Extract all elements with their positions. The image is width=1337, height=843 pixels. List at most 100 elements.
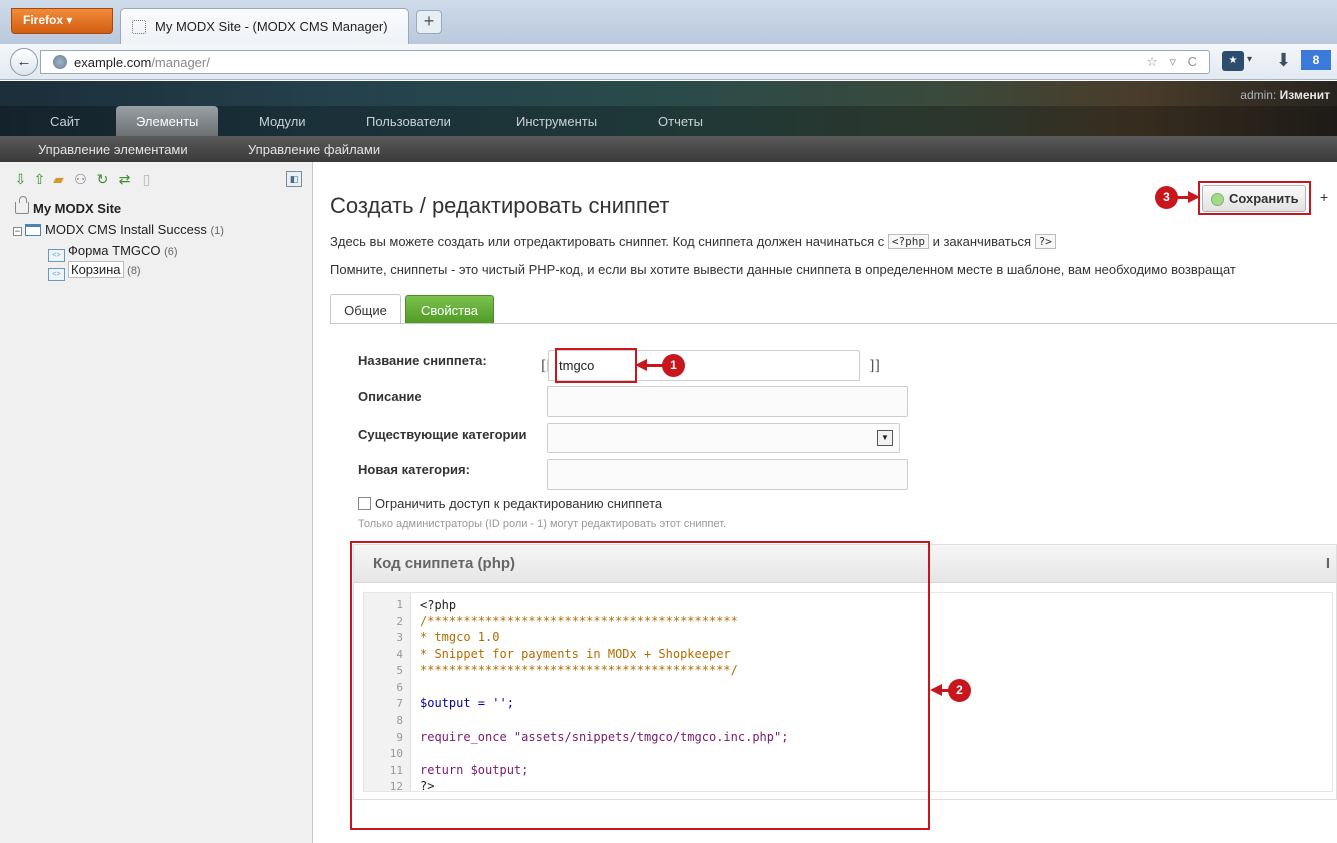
tree-item-form[interactable]: <> Форма TMGCO (6): [48, 243, 178, 262]
tree-root-label: My MODX Site: [33, 201, 122, 216]
trash-icon[interactable]: ▯: [139, 171, 154, 188]
subnav-manage-files[interactable]: Управление файлами: [248, 142, 380, 157]
snippet-icon: <>: [48, 268, 65, 281]
tree-root[interactable]: My MODX Site: [15, 196, 122, 216]
code-line: ****************************************…: [420, 663, 738, 677]
sort-icon[interactable]: ⇄: [117, 171, 132, 188]
category-select[interactable]: ▼: [547, 423, 900, 453]
nav-users[interactable]: Пользователи: [366, 114, 451, 129]
url-path: /manager/: [151, 55, 210, 70]
line-number: 1: [396, 598, 403, 611]
quick-create-icon[interactable]: ⚇: [73, 171, 88, 188]
nav-reports[interactable]: Отчеты: [658, 114, 703, 129]
element-tree-panel: ⇩ ⇧ ▰ ⚇ ↻ ⇄ ▯ ◧ My MODX Site − MODX CMS I…: [0, 162, 313, 843]
line-number: 9: [396, 731, 403, 744]
tree-item-count: (8): [127, 265, 141, 277]
description-input[interactable]: [547, 386, 908, 417]
code-line: * tmgco 1.0: [420, 630, 500, 644]
snippet-name-input[interactable]: tmgco: [548, 350, 860, 381]
globe-icon: [53, 55, 67, 69]
new-tab-button[interactable]: +: [416, 10, 442, 34]
tabs-divider: [330, 323, 1337, 324]
php-open-tag: <?php: [887, 234, 929, 249]
sub-nav: Управление элементами Управление файлами: [0, 136, 1337, 162]
expand-all-icon[interactable]: ⇩: [13, 171, 28, 188]
panel-collapse-icon[interactable]: ◧: [286, 171, 302, 187]
nav-site[interactable]: Сайт: [50, 114, 80, 129]
tree-item-label: Корзина: [68, 261, 124, 278]
collapse-all-icon[interactable]: ⇧: [32, 171, 47, 188]
back-button[interactable]: ←: [10, 48, 38, 76]
code-line: <?php: [420, 598, 457, 612]
tab-properties[interactable]: Свойства: [405, 295, 494, 324]
page-favicon-icon: [132, 20, 146, 34]
line-number: 6: [396, 681, 403, 694]
annotation-badge-3: 3: [1155, 186, 1178, 209]
code-line: /***************************************…: [420, 614, 738, 628]
code-line: return $output;: [420, 763, 529, 777]
plus-icon[interactable]: +: [1320, 189, 1328, 205]
line-number: 4: [396, 648, 403, 661]
url-host: example.com: [74, 55, 152, 70]
line-number: 7: [396, 697, 403, 710]
line-numbers: 1 2 3 4 5 6 7 8 9 10 11 12: [364, 593, 411, 793]
code-panel-header[interactable]: Код сниппета (php) I: [354, 545, 1336, 583]
tree-category-count: (1): [210, 225, 224, 237]
page-description: Здесь вы можете создать или отредактиров…: [330, 234, 1056, 249]
code-line: require_once "assets/snippets/tmgco/tmgc…: [420, 730, 789, 744]
address-bar[interactable]: example.com/manager/ ☆ ▿ C: [40, 50, 1210, 74]
code-panel-title: Код сниппета (php): [373, 555, 516, 572]
chevron-down-icon[interactable]: ▼: [877, 430, 893, 446]
refresh-icon[interactable]: ↻: [95, 171, 110, 188]
user-info: admin: Изменит: [1240, 88, 1330, 102]
bookmarks-menu-icon[interactable]: ★: [1222, 51, 1244, 71]
browser-tab[interactable]: My MODX Site - (MODX CMS Manager): [120, 8, 409, 44]
collapse-node-icon[interactable]: −: [13, 227, 22, 236]
lock-snippet-label[interactable]: Ограничить доступ к редактированию снипп…: [375, 496, 662, 511]
tab-general[interactable]: Общие: [330, 294, 401, 324]
browser-nav-bar: ← example.com/manager/ ☆ ▿ C: [0, 44, 1337, 80]
tree-item-count: (6): [164, 246, 178, 258]
save-button-label: Сохранить: [1229, 191, 1299, 206]
chevron-down-icon[interactable]: ▾: [1247, 54, 1252, 65]
nav-elements[interactable]: Элементы: [116, 106, 219, 136]
bracket-close: ]]: [869, 358, 880, 374]
tree-category-label: MODX CMS Install Success: [45, 222, 207, 237]
nav-tools[interactable]: Инструменты: [516, 114, 597, 129]
download-icon[interactable]: ⬇: [1276, 50, 1291, 71]
new-category-icon[interactable]: ▰: [51, 171, 66, 188]
address-text: example.com/manager/: [74, 55, 210, 70]
lock-snippet-checkbox[interactable]: [358, 497, 371, 510]
snippet-code-panel: Код сниппета (php) I 1 2 3 4 5 6 7 8 9 1…: [353, 544, 1337, 800]
code-line: $output = '';: [420, 696, 514, 710]
modx-header: admin: Изменит Сайт Элементы Модули Поль…: [0, 81, 1337, 136]
save-button[interactable]: Сохранить: [1202, 185, 1306, 212]
admin-edit-link[interactable]: Изменит: [1280, 88, 1330, 102]
code-line: * Snippet for payments in MODx + Shopkee…: [420, 647, 731, 661]
code-line: ?>: [420, 779, 435, 793]
new-category-label: Новая категория:: [358, 462, 470, 477]
google-search-icon[interactable]: 8: [1301, 50, 1331, 70]
line-number: 10: [389, 747, 403, 760]
annotation-badge-2: 2: [948, 679, 971, 702]
firefox-menu-button[interactable]: Firefox ▾: [11, 8, 113, 34]
site-root-icon: [15, 196, 29, 214]
annotation-badge-1: 1: [662, 354, 685, 377]
tree-item-cart[interactable]: <> Корзина (8): [48, 261, 141, 281]
page-description-2: Помните, сниппеты - это чистый PHP-код, …: [330, 262, 1236, 277]
new-category-input[interactable]: [547, 459, 908, 490]
bookmark-star-icon[interactable]: ☆ ▿ C: [1146, 54, 1201, 70]
snippet-icon: <>: [48, 249, 65, 262]
line-number: 8: [396, 714, 403, 727]
page-title: Создать / редактировать сниппет: [330, 193, 670, 218]
subnav-manage-elements[interactable]: Управление элементами: [38, 142, 188, 157]
tree-category[interactable]: − MODX CMS Install Success (1): [13, 222, 224, 237]
line-number: 12: [389, 780, 403, 793]
php-close-tag: ?>: [1034, 234, 1056, 249]
annotation-pointer-3: [1188, 191, 1200, 203]
nav-modules[interactable]: Модули: [259, 114, 306, 129]
lock-snippet-hint: Только администраторы (ID роли - 1) могу…: [358, 518, 727, 530]
line-number: 2: [396, 615, 403, 628]
code-editor[interactable]: 1 2 3 4 5 6 7 8 9 10 11 12 <?php /******…: [363, 592, 1333, 793]
snippet-name-label: Название сниппета:: [358, 353, 487, 368]
